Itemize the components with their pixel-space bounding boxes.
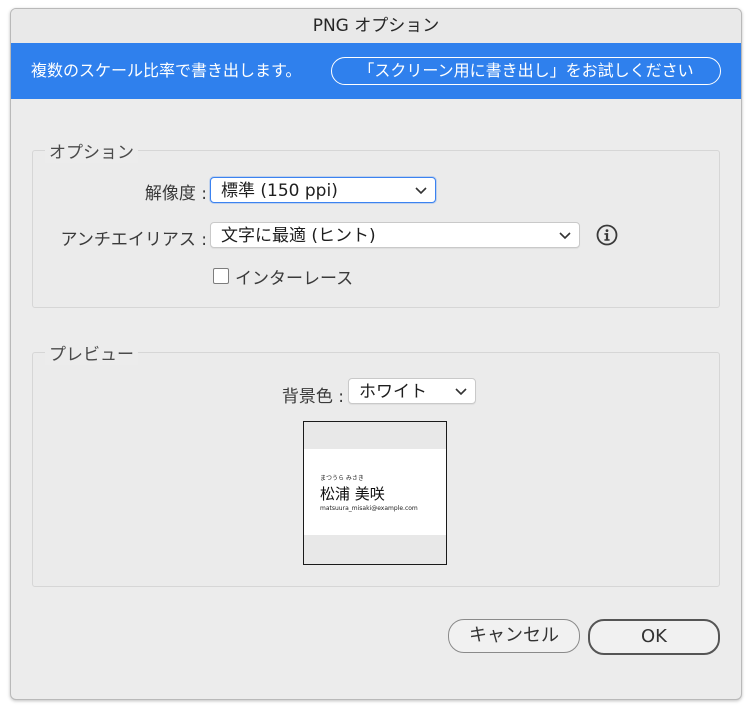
chevron-down-icon (559, 223, 571, 249)
preview-image: まつうら みさき 松浦 美咲 matsuura_misaki@example.c… (303, 421, 447, 565)
preview-group-title: プレビュー (45, 340, 138, 365)
info-banner: 複数のスケール比率で書き出します。 「スクリーン用に書き出し」をお試しください (11, 43, 741, 99)
png-options-dialog: PNG オプション 複数のスケール比率で書き出します。 「スクリーン用に書き出し… (10, 8, 742, 700)
background-color-label: 背景色 : (281, 387, 344, 407)
business-card-preview: まつうら みさき 松浦 美咲 matsuura_misaki@example.c… (304, 449, 446, 535)
card-name: 松浦 美咲 (320, 485, 385, 503)
background-color-select[interactable]: ホワイト (348, 378, 476, 404)
resolution-value: 標準 (150 ppi) (221, 181, 338, 201)
antialias-value: 文字に最適 (ヒント) (221, 226, 376, 246)
resolution-label: 解像度 : (144, 184, 207, 204)
antialias-label: アンチエイリアス : (60, 230, 207, 250)
antialias-select[interactable]: 文字に最適 (ヒント) (210, 222, 580, 248)
chevron-down-icon (455, 379, 467, 405)
banner-text: 複数のスケール比率で書き出します。 (31, 61, 302, 80)
chevron-down-icon (415, 178, 427, 204)
card-kana: まつうら みさき (320, 475, 364, 482)
card-email: matsuura_misaki@example.com (320, 505, 418, 512)
info-icon[interactable] (596, 224, 618, 246)
ok-button[interactable]: OK (588, 619, 720, 655)
cancel-button[interactable]: キャンセル (448, 619, 580, 653)
options-group-title: オプション (45, 138, 138, 163)
interlace-checkbox[interactable] (213, 268, 229, 284)
background-color-value: ホワイト (359, 382, 427, 402)
interlace-label[interactable]: インターレース (235, 264, 353, 289)
resolution-select[interactable]: 標準 (150 ppi) (210, 177, 436, 203)
try-export-for-screens-button[interactable]: 「スクリーン用に書き出し」をお試しください (331, 57, 721, 85)
window-title: PNG オプション (11, 9, 741, 43)
